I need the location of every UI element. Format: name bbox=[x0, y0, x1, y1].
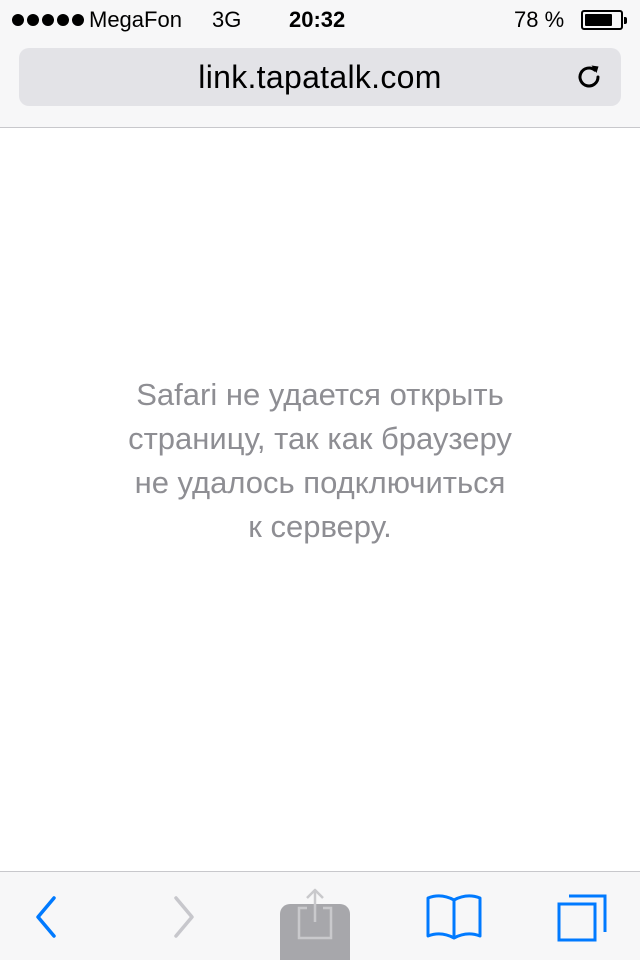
battery-percent: 78 % bbox=[514, 7, 565, 32]
signal-strength-icon bbox=[12, 14, 84, 26]
carrier-name: MegaFon bbox=[89, 7, 182, 32]
bookmarks-button[interactable] bbox=[412, 872, 492, 960]
battery-icon bbox=[581, 10, 627, 30]
error-message-line: Safari не удается открыть bbox=[136, 377, 504, 412]
back-button[interactable] bbox=[4, 872, 84, 960]
url-text[interactable]: link.tapatalk.com bbox=[19, 48, 621, 106]
book-icon[interactable] bbox=[424, 892, 484, 942]
chevron-left-icon[interactable] bbox=[26, 892, 66, 942]
network-type: 3G bbox=[212, 7, 242, 32]
chevron-right-icon[interactable] bbox=[164, 892, 204, 942]
status-bar: MegaFon 3G 20:32 78 % bbox=[0, 0, 640, 40]
browser-toolbar bbox=[0, 871, 640, 960]
browser-top-bar: MegaFon 3G 20:32 78 % link.tapatalk.com bbox=[0, 0, 640, 128]
error-message-line: к серверу. bbox=[248, 509, 392, 544]
error-message-line: страницу, так как браузеру bbox=[128, 421, 512, 456]
tabs-button[interactable] bbox=[545, 872, 625, 960]
error-message: Safari не удается открыть страницу, так … bbox=[60, 373, 580, 549]
reload-icon[interactable] bbox=[573, 61, 605, 93]
status-time: 20:32 bbox=[289, 7, 346, 32]
address-bar[interactable]: link.tapatalk.com bbox=[19, 48, 621, 106]
share-button[interactable] bbox=[280, 872, 360, 960]
tabs-icon[interactable] bbox=[555, 888, 611, 944]
forward-button[interactable] bbox=[146, 872, 226, 960]
page-content: Safari не удается открыть страницу, так … bbox=[0, 129, 640, 871]
share-icon[interactable] bbox=[293, 886, 337, 942]
error-message-line: не удалось подключиться bbox=[134, 465, 506, 500]
